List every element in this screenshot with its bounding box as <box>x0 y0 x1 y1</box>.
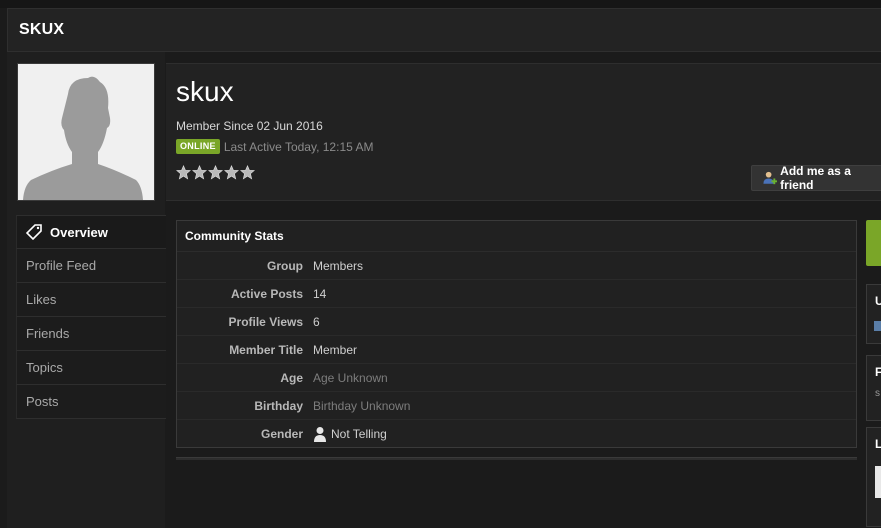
stat-label: Birthday <box>254 398 303 413</box>
sidebar-item-likes[interactable]: Likes <box>16 283 166 317</box>
stat-value-text: Not Telling <box>331 427 387 441</box>
page-header: SKUX <box>7 8 881 52</box>
sidebar-item-topics[interactable]: Topics <box>16 351 166 385</box>
stat-value: Member <box>313 343 357 357</box>
sidebar-item-label: Likes <box>26 292 57 307</box>
stat-value: Birthday Unknown <box>313 399 410 413</box>
right-box-2-initial: F <box>875 365 881 379</box>
last-active-text: Last Active Today, 12:15 AM <box>223 139 374 154</box>
stat-row: Active Posts 14 <box>177 280 856 308</box>
stat-label: Age <box>280 370 303 385</box>
star-icon[interactable] <box>176 165 191 180</box>
community-stats-panel: Community Stats Group Members Active Posts… <box>176 220 857 448</box>
stat-label: Group <box>267 258 303 273</box>
add-friend-label: Add me as a friend <box>780 164 851 192</box>
sidebar-item-posts[interactable]: Posts <box>16 385 166 419</box>
stat-label: Gender <box>260 427 303 441</box>
avatar[interactable] <box>17 63 155 201</box>
stat-value: Age Unknown <box>313 371 388 385</box>
right-box-1-icon <box>874 321 881 331</box>
sidebar-item-label: Profile Feed <box>26 258 97 273</box>
stat-value-text: 14 <box>313 286 327 301</box>
right-box-2-text: s <box>875 388 880 399</box>
right-box-1-initial: U <box>875 294 881 308</box>
stat-row: Profile Views 6 <box>177 308 856 336</box>
right-box-3-thumbnail <box>875 466 881 498</box>
sidebar-item-overview[interactable]: Overview <box>16 215 166 249</box>
stat-row: Gender Not Telling <box>177 420 856 448</box>
right-box-1: U <box>866 284 881 344</box>
stat-value-text: Member <box>313 342 358 357</box>
stat-value-text: Members <box>313 258 364 273</box>
sidebar-item-label: Friends <box>26 326 70 341</box>
sidebar-item-label: Overview <box>50 224 108 240</box>
section-divider <box>176 457 857 460</box>
stat-value-text: Birthday Unknown <box>313 398 411 413</box>
stat-value: Members <box>313 259 363 273</box>
stat-label: Member Title <box>229 342 303 357</box>
add-friend-icon <box>763 171 778 185</box>
star-icon[interactable] <box>240 165 255 180</box>
community-stats-title: Community Stats <box>177 221 856 252</box>
stat-row: Age Age Unknown <box>177 364 856 392</box>
star-icon[interactable] <box>192 165 207 180</box>
reputation-stars[interactable] <box>176 165 255 180</box>
stat-value-text: 6 <box>313 314 320 329</box>
stat-value: 6 <box>313 315 320 329</box>
right-green-button[interactable] <box>866 220 881 266</box>
right-box-2: F s <box>866 355 881 421</box>
star-icon[interactable] <box>208 165 223 180</box>
stat-label: Active Posts <box>230 286 303 301</box>
member-since-text: Member Since 02 Jun 2016 <box>176 119 323 133</box>
sidebar-item-label: Posts <box>26 394 59 409</box>
stat-value: Not Telling <box>313 426 387 442</box>
profile-header-panel: skux Member Since 02 Jun 2016 ONLINE Las… <box>166 63 881 201</box>
default-avatar-silhouette-icon <box>18 64 154 200</box>
stat-row: Group Members <box>177 252 856 280</box>
stat-value: 14 <box>313 287 326 301</box>
profile-sidebar-nav: Overview Profile Feed Likes Friends Topics Po… <box>16 215 166 419</box>
gender-neutral-icon <box>314 427 326 442</box>
stat-value-text: Age Unknown <box>313 370 388 385</box>
page-title: SKUX <box>19 21 65 38</box>
right-box-3-initial: L <box>875 437 881 451</box>
stat-row: Birthday Birthday Unknown <box>177 392 856 420</box>
status-row: ONLINE Last Active Today, 12:15 AM <box>176 139 373 154</box>
sidebar-item-friends[interactable]: Friends <box>16 317 166 351</box>
stat-row: Member Title Member <box>177 336 856 364</box>
sidebar-item-profile-feed[interactable]: Profile Feed <box>16 249 166 283</box>
online-status-badge: ONLINE <box>176 139 220 154</box>
add-friend-button[interactable]: Add me as a friend <box>751 164 881 192</box>
profile-username: skux <box>176 76 234 107</box>
star-icon[interactable] <box>224 165 239 180</box>
tag-icon <box>26 224 42 240</box>
stat-label: Profile Views <box>228 314 303 329</box>
sidebar-item-label: Topics <box>26 360 63 375</box>
right-box-3: L <box>866 427 881 527</box>
top-strip <box>0 0 881 8</box>
